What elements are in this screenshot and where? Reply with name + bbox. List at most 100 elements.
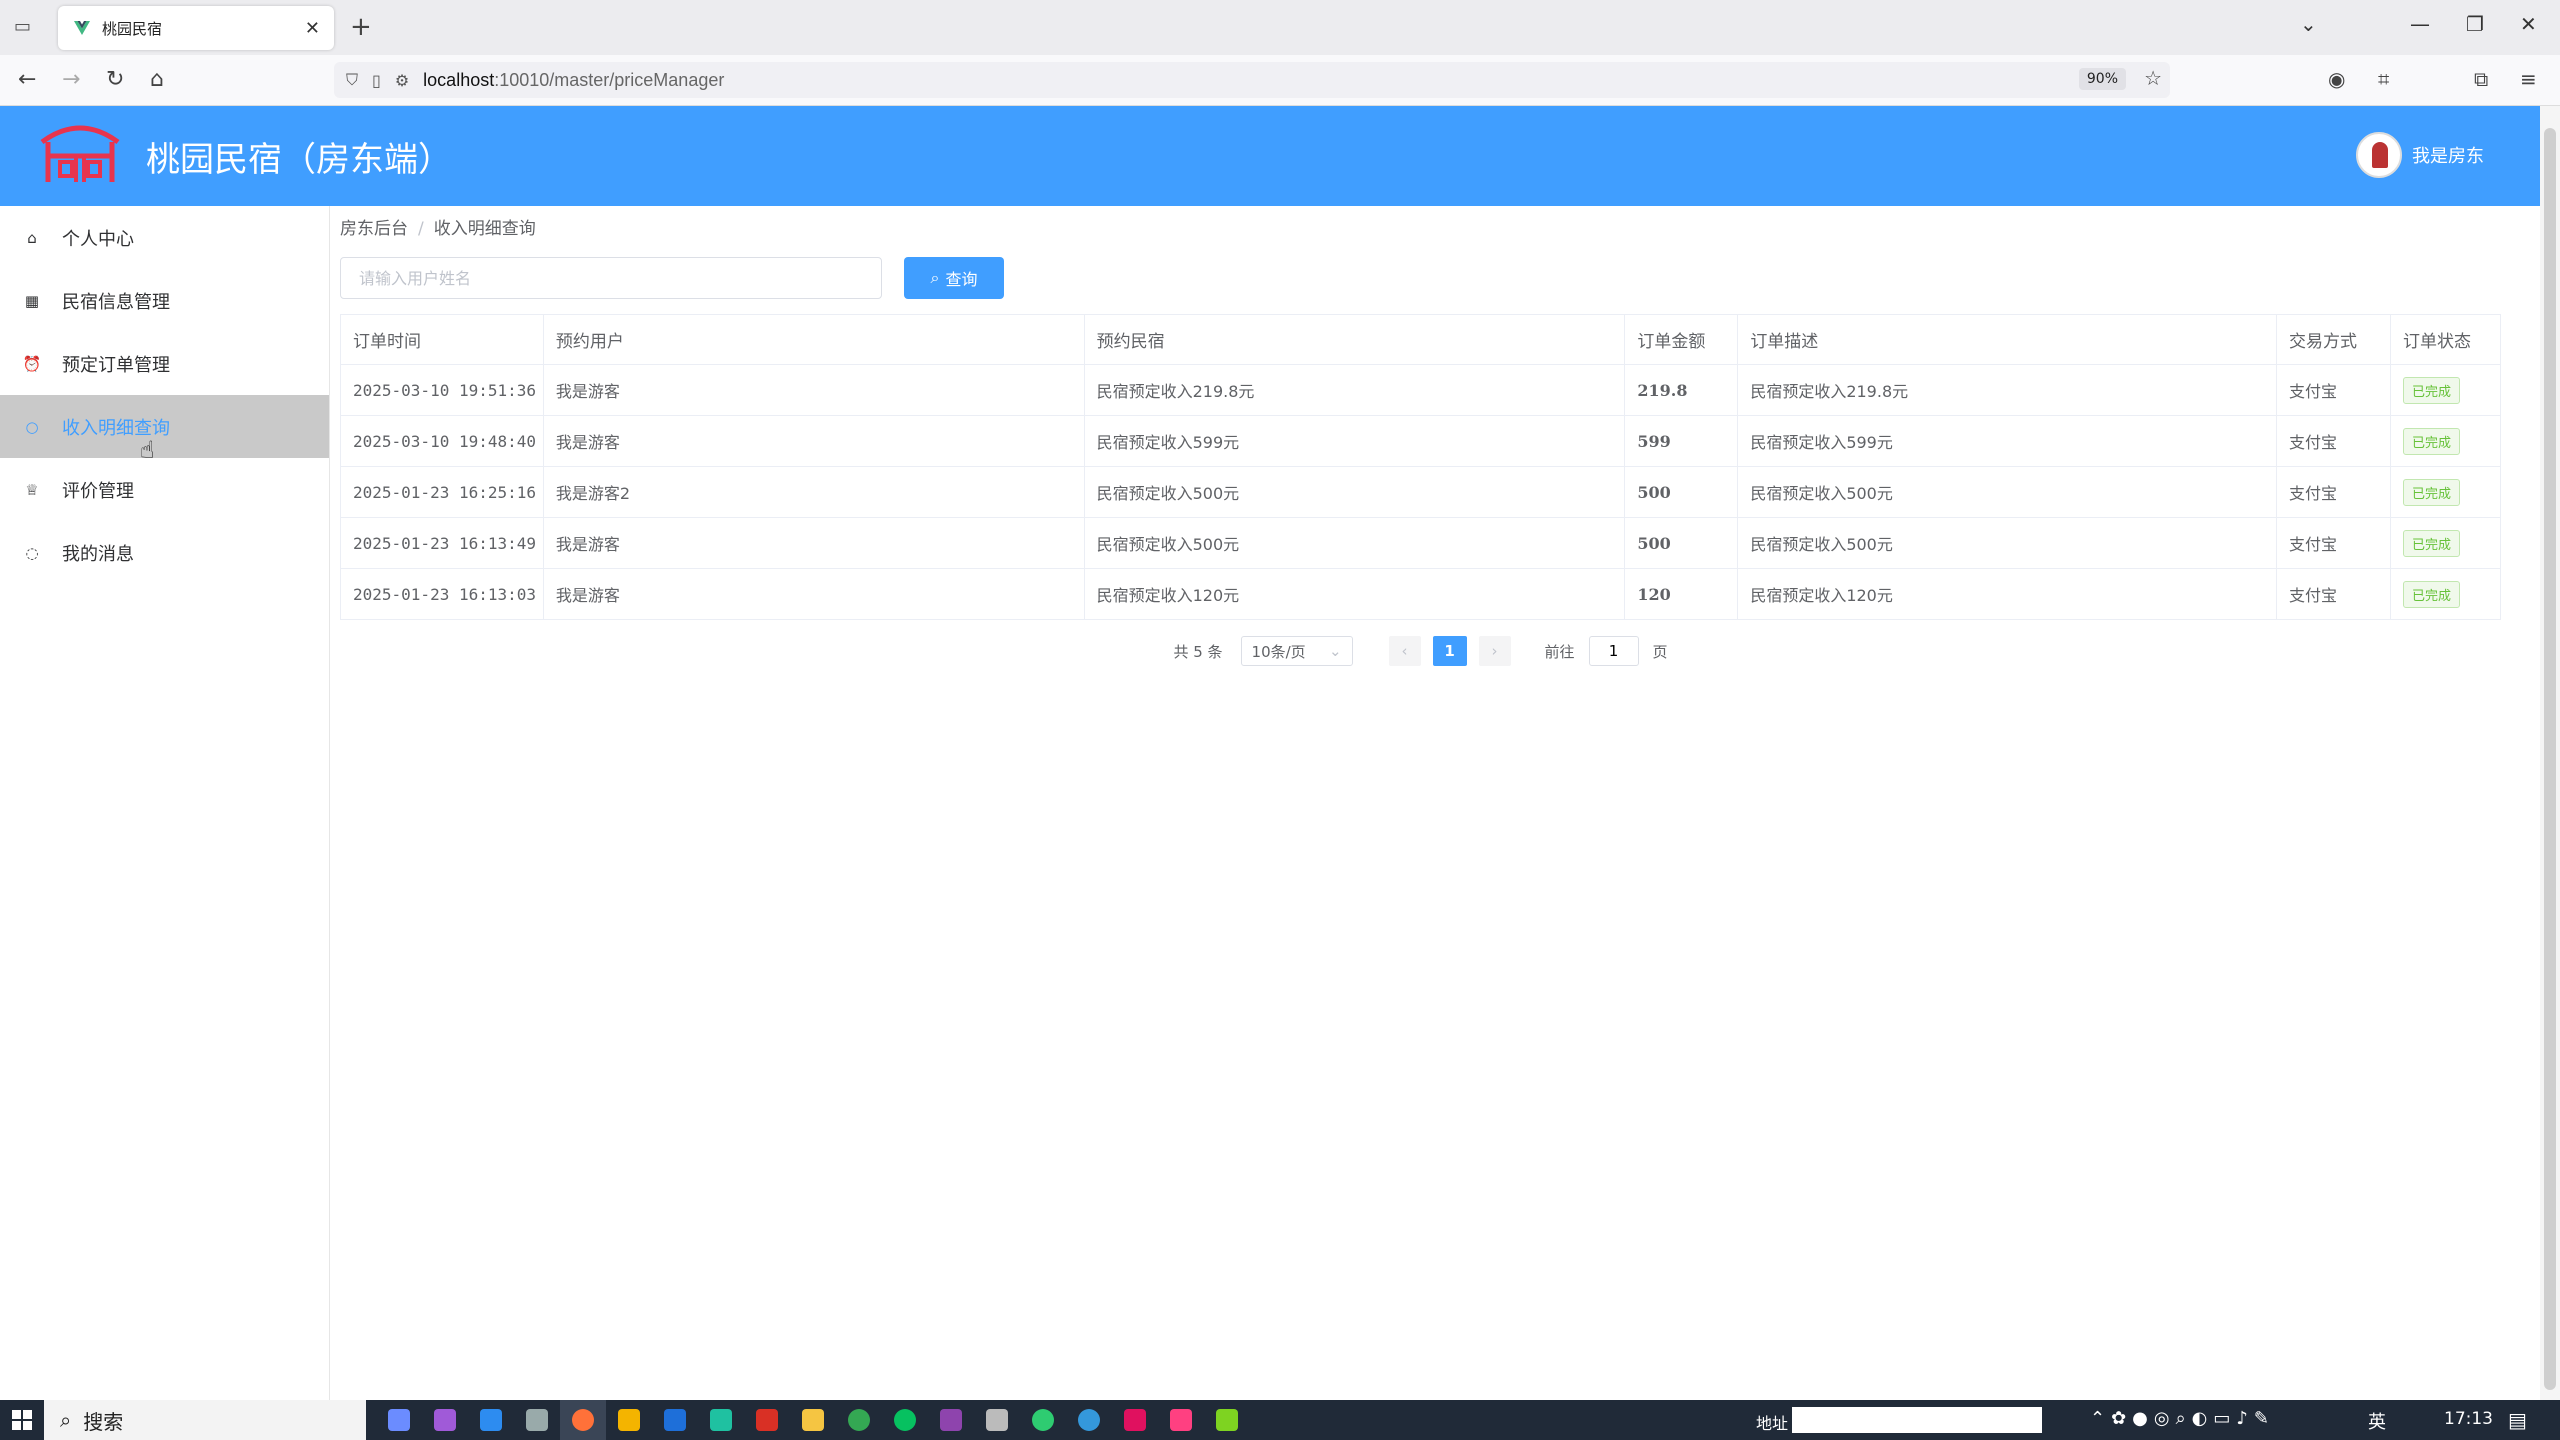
taskbar-app-icon[interactable] — [698, 1400, 744, 1440]
restore-icon[interactable]: ❐ — [2466, 12, 2484, 36]
user-name-search-input[interactable] — [340, 257, 882, 299]
sidebar-item-homestay-info[interactable]: ▦ 民宿信息管理 — [0, 269, 329, 332]
taskbar-app-icon[interactable] — [376, 1400, 422, 1440]
windows-taskbar: ⌕ 搜索 地址 ⌃✿●◎⌕◐▭♪✎ 英 17:13 ▤ — [0, 1400, 2560, 1440]
shield-icon[interactable]: ⛉ — [346, 70, 358, 90]
sidebar: ⌂ 个人中心 ▦ 民宿信息管理 ⏰ 预定订单管理 ○ 收入明细查询 ♕ 评价管理… — [0, 206, 330, 1400]
notepad-icon[interactable] — [1204, 1400, 1250, 1440]
taskbar-app-icon[interactable] — [1020, 1400, 1066, 1440]
breadcrumb-current: 收入明细查询 — [434, 219, 536, 239]
minimize-icon[interactable]: — — [2410, 12, 2430, 36]
tab-list-icon[interactable]: ▭ — [14, 16, 36, 38]
goto-page-input[interactable] — [1589, 636, 1639, 666]
menu-icon[interactable]: ≡ — [2520, 67, 2537, 91]
status-badge: 已完成 — [2403, 479, 2460, 506]
alarm-clock-icon: ⏰ — [22, 355, 42, 373]
extensions-icon[interactable]: ⧉ — [2474, 67, 2488, 91]
breadcrumb-root[interactable]: 房东后台 — [340, 219, 408, 239]
table-header-row: 订单时间 预约用户 预约民宿 订单金额 订单描述 交易方式 订单状态 — [341, 315, 2501, 365]
close-window-icon[interactable]: ✕ — [2520, 12, 2537, 36]
user-name[interactable]: 我是房东 — [2412, 142, 2484, 168]
windows-start-icon[interactable] — [0, 1400, 44, 1440]
order-status-cell: 已完成 — [2390, 365, 2500, 416]
table-row: 2025-03-10 19:51:36我是游客民宿预定收入219.8元219.8… — [341, 365, 2501, 416]
reload-icon[interactable]: ↻ — [106, 67, 124, 92]
file-explorer-icon[interactable] — [790, 1400, 836, 1440]
homestay-cell: 民宿预定收入500元 — [1084, 467, 1625, 518]
ime-indicator[interactable]: 英 — [2368, 1408, 2392, 1434]
forward-icon[interactable]: → — [62, 67, 80, 92]
tab-overflow-icon[interactable]: ⌄ — [2300, 12, 2317, 36]
page-size-select[interactable]: 10条/页 ⌄ — [1241, 636, 1353, 666]
homestay-cell: 民宿预定收入219.8元 — [1084, 365, 1625, 416]
system-tray-icons[interactable]: ⌃✿●◎⌕◐▭♪✎ — [2090, 1408, 2275, 1429]
chrome-icon[interactable] — [836, 1400, 882, 1440]
intellij-icon[interactable] — [1112, 1400, 1158, 1440]
sidebar-item-income-details[interactable]: ○ 收入明细查询 — [0, 395, 329, 458]
trophy-icon: ♕ — [22, 481, 42, 499]
order-description-cell: 民宿预定收入500元 — [1738, 518, 2277, 569]
column-header: 预约用户 — [543, 315, 1084, 365]
home-page-icon[interactable]: ⌂ — [150, 67, 164, 92]
permissions-icon[interactable]: ⚙ — [395, 71, 409, 90]
taskbar-app-icon[interactable] — [606, 1400, 652, 1440]
tab-title: 桃园民宿 — [102, 18, 305, 39]
scrollbar-thumb[interactable] — [2544, 128, 2556, 1390]
search-icon: ⌕ — [60, 1408, 71, 1432]
close-tab-icon[interactable]: ✕ — [305, 18, 320, 39]
wechat-icon[interactable] — [882, 1400, 928, 1440]
taskbar-app-icon[interactable] — [1066, 1400, 1112, 1440]
page-icon[interactable]: ▯ — [372, 71, 381, 90]
taskbar-address-label: 地址 — [1756, 1410, 1788, 1434]
column-header: 交易方式 — [2277, 315, 2391, 365]
wps-icon[interactable] — [744, 1400, 790, 1440]
taskbar-app-icon[interactable] — [928, 1400, 974, 1440]
taskbar-app-icon[interactable] — [422, 1400, 468, 1440]
clock[interactable]: 17:13 — [2444, 1409, 2493, 1429]
user-menu[interactable]: 我是房东 — [2356, 132, 2484, 178]
sidebar-item-messages[interactable]: ◌ 我的消息 — [0, 521, 329, 584]
next-page-button[interactable]: › — [1479, 636, 1511, 666]
page-scrollbar[interactable] — [2540, 106, 2560, 1400]
taskbar-search-box[interactable]: ⌕ 搜索 — [44, 1400, 366, 1440]
page-suffix: 页 — [1653, 641, 1668, 662]
page-number-button[interactable]: 1 — [1433, 636, 1467, 666]
query-button[interactable]: ⌕ 查询 — [904, 257, 1004, 299]
bookmark-star-icon[interactable]: ☆ — [2144, 66, 2162, 90]
search-row: ⌕ 查询 — [340, 256, 2540, 300]
sidebar-item-personal-center[interactable]: ⌂ 个人中心 — [0, 206, 329, 269]
table-row: 2025-01-23 16:25:16我是游客2民宿预定收入500元500民宿预… — [341, 467, 2501, 518]
sidebar-item-label: 预定订单管理 — [62, 351, 170, 377]
notification-icon[interactable]: ▤ — [2508, 1408, 2527, 1432]
taskbar-app-icon[interactable] — [1158, 1400, 1204, 1440]
crop-icon[interactable]: ⌗ — [2378, 67, 2389, 91]
order-amount-cell: 500 — [1625, 518, 1738, 569]
taskbar-app-icon[interactable] — [974, 1400, 1020, 1440]
column-header: 预约民宿 — [1084, 315, 1625, 365]
order-status-cell: 已完成 — [2390, 467, 2500, 518]
prev-page-button[interactable]: ‹ — [1389, 636, 1421, 666]
building-icon: ▦ — [22, 292, 42, 310]
total-count: 共 5 条 — [1173, 641, 1222, 662]
avatar[interactable] — [2356, 132, 2402, 178]
column-header: 订单金额 — [1625, 315, 1738, 365]
zoom-level[interactable]: 90% — [2079, 68, 2126, 90]
browser-tab[interactable]: 桃园民宿 ✕ — [58, 6, 334, 50]
taskbar-address-input[interactable] — [1792, 1407, 2042, 1433]
sidebar-item-booking-orders[interactable]: ⏰ 预定订单管理 — [0, 332, 329, 395]
new-tab-icon[interactable]: + — [350, 12, 372, 42]
address-bar[interactable]: ⛉ ▯ ⚙ localhost:10010/master/priceManage… — [334, 62, 2170, 98]
order-description-cell: 民宿预定收入120元 — [1738, 569, 2277, 620]
taskbar-app-icon[interactable] — [652, 1400, 698, 1440]
taskbar-app-icon[interactable] — [514, 1400, 560, 1440]
sidebar-item-reviews[interactable]: ♕ 评价管理 — [0, 458, 329, 521]
income-table: 订单时间 预约用户 预约民宿 订单金额 订单描述 交易方式 订单状态 2025-… — [340, 314, 2501, 620]
firefox-icon[interactable] — [560, 1400, 606, 1440]
breadcrumb: 房东后台/收入明细查询 — [340, 214, 2540, 244]
account-icon[interactable]: ◉ — [2328, 67, 2345, 91]
hand-cursor-icon: ☝ — [140, 436, 155, 464]
table-row: 2025-01-23 16:13:03我是游客民宿预定收入120元120民宿预定… — [341, 569, 2501, 620]
order-amount-cell: 219.8 — [1625, 365, 1738, 416]
back-icon[interactable]: ← — [18, 67, 36, 92]
taskbar-app-icon[interactable] — [468, 1400, 514, 1440]
